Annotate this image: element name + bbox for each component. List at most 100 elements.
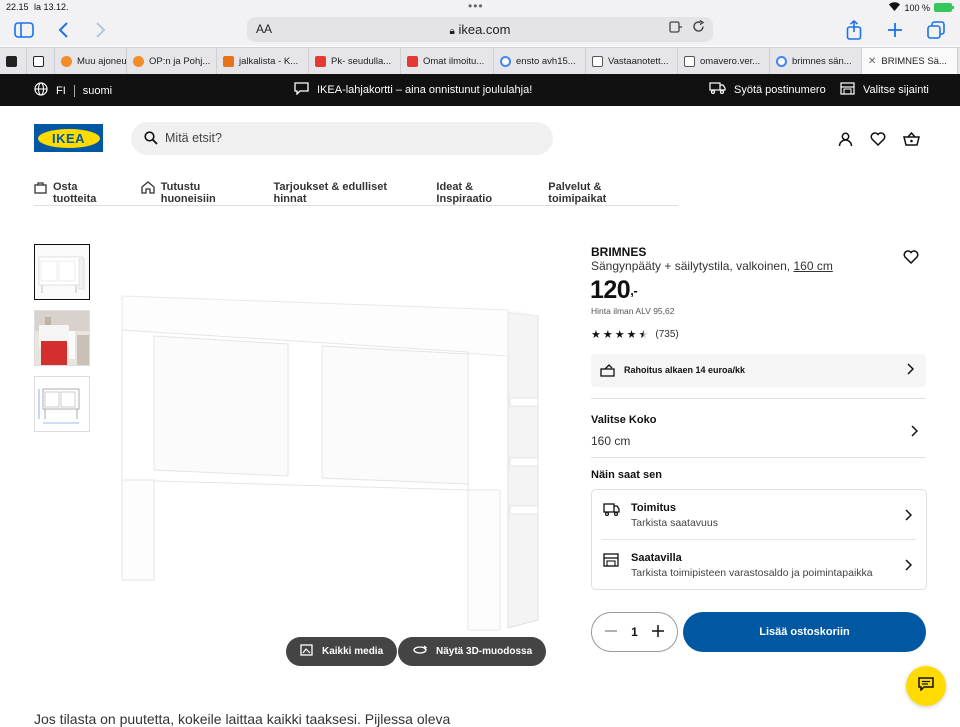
product-body-text: Jos tilasta on puutetta, kokeile laittaa… xyxy=(34,711,451,727)
promo-link[interactable]: IKEA-lahjakortti – aina onnistunut joulu… xyxy=(294,82,532,98)
delivery-title: Toimitus xyxy=(631,502,677,514)
tab-item[interactable] xyxy=(0,48,27,74)
country-code: FI xyxy=(56,84,66,97)
tab-item[interactable]: jalkalista - K... xyxy=(217,48,309,74)
cart-icon[interactable] xyxy=(901,129,921,149)
tab-favicon xyxy=(407,55,418,67)
chevron-right-icon xyxy=(906,363,915,377)
nav-item-services[interactable]: Palvelut & toimipaikat xyxy=(548,178,656,205)
tab-favicon xyxy=(776,55,787,67)
size-link[interactable]: 160 cm xyxy=(793,259,832,273)
tab-label: omavero.ver... xyxy=(700,55,761,67)
tab-favicon xyxy=(684,55,695,67)
divider xyxy=(73,84,75,97)
date: la 13.12. xyxy=(34,2,69,12)
tab-label: BRIMNES Sä... xyxy=(881,55,947,67)
tab-item[interactable]: OP:n ja Pohj... xyxy=(127,48,217,74)
plus-icon[interactable] xyxy=(651,624,665,641)
price-without-vat: Hinta ilman ALV 95,62 xyxy=(591,306,675,316)
truck-icon xyxy=(603,503,620,521)
nav-item-shop[interactable]: Osta tuotteita xyxy=(34,178,119,205)
language-selector[interactable]: FI suomi xyxy=(34,82,112,99)
tab-item[interactable]: Vastaanotett... xyxy=(586,48,678,74)
home-icon xyxy=(141,181,155,197)
chevron-right-icon[interactable] xyxy=(910,424,919,442)
availability-row[interactable]: Saatavilla Tarkista toimipisteen varasto… xyxy=(592,540,926,588)
tab-item[interactable]: ensto avh15... xyxy=(494,48,586,74)
main-nav: Osta tuotteita Tutustu huoneisiin Tarjou… xyxy=(34,178,678,206)
star-icon: ★ xyxy=(614,329,625,341)
price-suffix: ,- xyxy=(630,283,638,298)
tab-label: Pk- seudulla... xyxy=(331,55,392,67)
nav-item-rooms[interactable]: Tutustu huoneisiin xyxy=(141,178,252,205)
extension-icon[interactable] xyxy=(669,21,683,36)
thumbnail-product[interactable] xyxy=(34,244,90,300)
nav-item-ideas[interactable]: Ideat & Inspiraatio xyxy=(436,178,526,205)
tab-favicon xyxy=(223,55,234,67)
favorite-heart-icon[interactable] xyxy=(903,250,919,269)
how-to-get-label: Näin saat sen xyxy=(591,469,662,481)
share-icon[interactable] xyxy=(842,18,866,42)
url-label: ikea.com xyxy=(458,22,511,37)
choose-size-value[interactable]: 160 cm xyxy=(591,434,630,448)
tab-favicon xyxy=(133,55,144,67)
search-input[interactable]: Mitä etsit? xyxy=(131,122,553,155)
tab-item[interactable]: brimnes sän... xyxy=(770,48,862,74)
add-to-cart-button[interactable]: Lisää ostoskoriin xyxy=(683,612,926,652)
store-icon xyxy=(840,82,855,98)
rating[interactable]: ★ ★ ★ ★ ★ (735) xyxy=(591,328,679,341)
sidebar-toggle-icon[interactable] xyxy=(12,18,36,42)
chat-button[interactable] xyxy=(906,666,946,706)
tab-favicon xyxy=(500,55,511,67)
close-tab-icon[interactable]: ✕ xyxy=(868,56,876,67)
heart-icon[interactable] xyxy=(868,129,888,149)
user-icon[interactable] xyxy=(835,129,855,149)
tab-item[interactable]: Muu ajoneu xyxy=(55,48,127,74)
tab-label: OP:n ja Pohj... xyxy=(149,55,211,67)
thumbnail-diagram[interactable] xyxy=(34,376,90,432)
product-image[interactable] xyxy=(110,280,550,640)
tab-label: jalkalista - K... xyxy=(239,55,299,67)
nav-label: Ideat & Inspiraatio xyxy=(436,181,493,205)
delivery-subtitle: Tarkista saatavuus xyxy=(631,517,718,529)
delivery-options: Toimitus Tarkista saatavuus Saatavilla T… xyxy=(591,489,927,590)
url-text: 🔒︎ ikea.com xyxy=(247,22,713,37)
tab-overview-icon[interactable] xyxy=(924,18,948,42)
view-3d-button[interactable]: Näytä 3D-muodossa xyxy=(398,637,547,666)
nav-label: Tutustu huoneisiin xyxy=(160,181,216,205)
chat-bubble-icon xyxy=(294,82,309,98)
thumbnail-room[interactable] xyxy=(34,310,90,366)
tab-item-active[interactable]: ✕ BRIMNES Sä... xyxy=(862,48,958,74)
store-location-link[interactable]: Valitse sijainti xyxy=(840,82,929,98)
star-icon: ★ xyxy=(602,329,613,341)
location-label: Valitse sijainti xyxy=(863,84,929,96)
browser-tabs: Muu ajoneu OP:n ja Pohj... jalkalista - … xyxy=(0,47,960,74)
financing-banner[interactable]: Rahoitus alkaen 14 euroa/kk xyxy=(591,354,926,387)
tab-item[interactable]: omavero.ver... xyxy=(678,48,770,74)
forward-icon[interactable] xyxy=(88,18,112,42)
availability-subtitle: Tarkista toimipisteen varastosaldo ja po… xyxy=(631,567,873,579)
tab-label: Muu ajoneu xyxy=(77,55,127,67)
ikea-logo[interactable]: IKEA xyxy=(34,124,103,152)
tab-item[interactable]: Omat ilmoitu... xyxy=(401,48,494,74)
all-media-button[interactable]: Kaikki media xyxy=(286,637,398,666)
chat-icon xyxy=(918,676,934,696)
divider xyxy=(591,457,926,458)
description-text: Sängynpääty + säilytystila, valkoinen, xyxy=(591,259,791,273)
review-count: (735) xyxy=(655,329,679,340)
availability-title: Saatavilla xyxy=(631,552,682,564)
address-bar[interactable]: AA 🔒︎ ikea.com xyxy=(247,17,713,42)
tab-favicon xyxy=(33,55,44,67)
image-gallery-icon xyxy=(300,643,314,660)
delivery-row[interactable]: Toimitus Tarkista saatavuus xyxy=(592,490,926,538)
multitask-dots[interactable]: ••• xyxy=(468,0,484,13)
tab-item[interactable]: Pk- seudulla... xyxy=(309,48,401,74)
tab-item[interactable] xyxy=(27,48,55,74)
nav-item-offers[interactable]: Tarjoukset & edulliset hinnat xyxy=(274,178,415,205)
postcode-link[interactable]: Syötä postinumero xyxy=(709,82,826,97)
reload-icon[interactable] xyxy=(692,19,705,36)
back-icon[interactable] xyxy=(52,18,76,42)
battery-label: 100 % xyxy=(904,2,930,13)
new-tab-icon[interactable] xyxy=(883,18,907,42)
tab-favicon xyxy=(6,55,17,67)
